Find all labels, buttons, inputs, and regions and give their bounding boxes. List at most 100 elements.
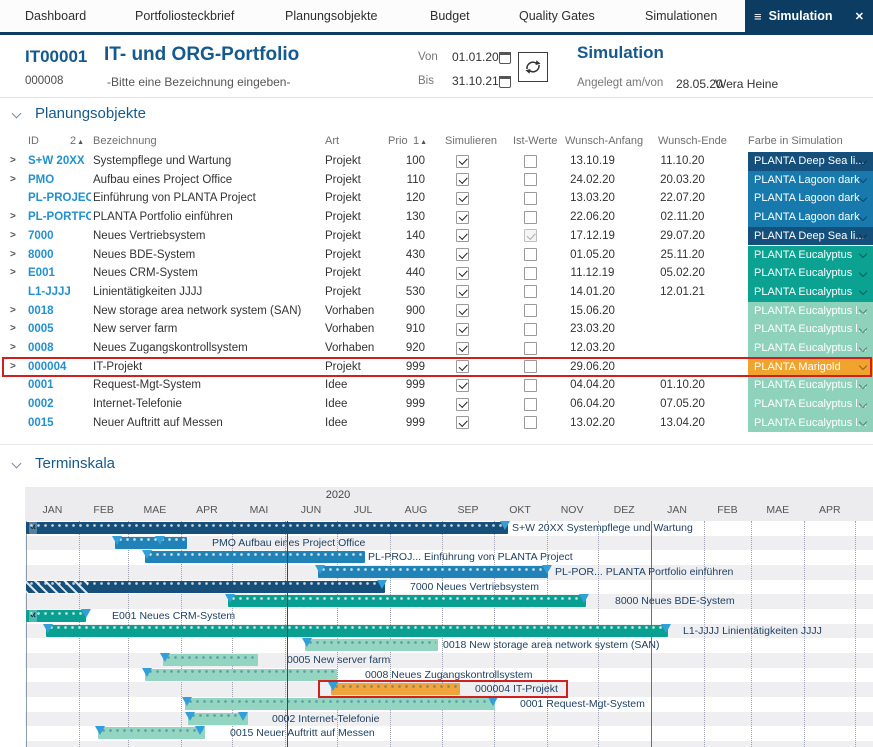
nav-item-quality-gates[interactable]: Quality Gates xyxy=(519,0,595,32)
gantt-bar[interactable] xyxy=(228,595,586,607)
expand-arrow-icon[interactable]: > xyxy=(10,227,24,246)
row-id-link[interactable]: 0018 xyxy=(28,302,91,321)
farbe-dropdown[interactable]: PLANTA Eucalyptus l... xyxy=(748,376,873,395)
col-header-id[interactable]: ID xyxy=(28,135,39,147)
table-row[interactable]: 0015Neuer Auftritt auf MessenIdee99913.0… xyxy=(0,414,873,433)
ist-werte-checkbox[interactable] xyxy=(524,416,537,429)
table-row[interactable]: L1-JJJJLinientätigkeiten JJJJProjekt5301… xyxy=(0,283,873,302)
gantt-bar[interactable]: « xyxy=(26,522,508,534)
simulieren-checkbox[interactable] xyxy=(456,342,469,355)
gantt-bar[interactable] xyxy=(46,625,668,637)
gantt-bar[interactable] xyxy=(98,727,205,739)
expand-arrow-icon[interactable]: > xyxy=(10,246,24,265)
farbe-dropdown[interactable]: PLANTA Eucalyptus xyxy=(748,264,873,283)
farbe-dropdown[interactable]: PLANTA Eucalyptus l... xyxy=(748,339,873,358)
row-id-link[interactable]: E001 xyxy=(28,264,91,283)
farbe-dropdown[interactable]: PLANTA Eucalyptus xyxy=(748,283,873,302)
table-row[interactable]: >S+W 20XXSystempflege und WartungProjekt… xyxy=(0,152,873,171)
refresh-button[interactable] xyxy=(518,52,548,82)
nav-item-dashboard[interactable]: Dashboard xyxy=(25,0,86,32)
simulieren-checkbox[interactable] xyxy=(456,323,469,336)
table-row[interactable]: >PL-PORTFO...PLANTA Portfolio einführenP… xyxy=(0,208,873,227)
row-id-link[interactable]: 8000 xyxy=(28,246,91,265)
table-row[interactable]: >PMOAufbau eines Project OfficeProjekt11… xyxy=(0,171,873,190)
simulieren-checkbox[interactable] xyxy=(456,285,469,298)
table-row[interactable]: >7000Neues VertriebsystemProjekt14017.12… xyxy=(0,227,873,246)
gantt-bar[interactable] xyxy=(305,639,438,651)
simulieren-checkbox[interactable] xyxy=(456,248,469,261)
row-id-link[interactable]: 7000 xyxy=(28,227,91,246)
table-row[interactable]: >0005New server farmVorhaben91023.03.20P… xyxy=(0,320,873,339)
expand-arrow-icon[interactable]: > xyxy=(10,264,24,283)
row-id-link[interactable]: PL-PROJECT xyxy=(28,189,91,208)
col-header-ist-werte[interactable]: Ist-Werte xyxy=(513,135,557,147)
row-id-link[interactable]: 0005 xyxy=(28,320,91,339)
table-row[interactable]: >0018New storage area network system (SA… xyxy=(0,302,873,321)
simulieren-checkbox[interactable] xyxy=(456,360,469,373)
ist-werte-checkbox[interactable] xyxy=(524,267,537,280)
simulieren-checkbox[interactable] xyxy=(456,304,469,317)
row-id-link[interactable]: PMO xyxy=(28,171,91,190)
farbe-dropdown[interactable]: PLANTA Eucalyptus xyxy=(748,246,873,265)
von-date-field[interactable]: 01.01.20 xyxy=(452,50,499,64)
expand-arrow-icon[interactable]: > xyxy=(10,152,24,171)
collapse-chevron-icon[interactable] xyxy=(12,459,22,469)
gantt-bar[interactable] xyxy=(145,669,337,681)
gantt-bar[interactable] xyxy=(26,581,385,593)
simulieren-checkbox[interactable] xyxy=(456,211,469,224)
col-header-simulieren[interactable]: Simulieren xyxy=(445,135,497,147)
farbe-dropdown[interactable]: PLANTA Deep Sea li... xyxy=(748,152,873,171)
ist-werte-checkbox[interactable] xyxy=(524,398,537,411)
row-id-link[interactable]: 0008 xyxy=(28,339,91,358)
row-id-link[interactable]: 0001 xyxy=(28,376,91,395)
gantt-bar[interactable]: « xyxy=(26,610,86,622)
farbe-dropdown[interactable]: PLANTA Marigold xyxy=(748,358,873,377)
row-id-link[interactable]: 0015 xyxy=(28,414,91,433)
row-id-link[interactable]: PL-PORTFO... xyxy=(28,208,91,227)
farbe-dropdown[interactable]: PLANTA Deep Sea li... xyxy=(748,227,873,246)
ist-werte-checkbox[interactable] xyxy=(524,323,537,336)
portfolio-subtitle[interactable]: -Bitte eine Bezeichnung eingeben- xyxy=(107,75,290,89)
ist-werte-checkbox[interactable] xyxy=(524,192,537,205)
expand-arrow-icon[interactable]: > xyxy=(10,358,24,377)
expand-arrow-icon[interactable]: > xyxy=(10,302,24,321)
simulieren-checkbox[interactable] xyxy=(456,267,469,280)
section-title-terminskala[interactable]: Terminskala xyxy=(35,455,115,472)
ist-werte-checkbox[interactable] xyxy=(524,360,537,373)
simulieren-checkbox[interactable] xyxy=(456,416,469,429)
nav-item-portfoliosteckbrief[interactable]: Portfoliosteckbrief xyxy=(135,0,234,32)
expand-arrow-icon[interactable]: > xyxy=(10,208,24,227)
simulieren-checkbox[interactable] xyxy=(456,229,469,242)
col-header-wunsch-anfang[interactable]: Wunsch-Anfang xyxy=(565,135,643,147)
section-title-planungsobjekte[interactable]: Planungsobjekte xyxy=(35,105,146,122)
row-id-link[interactable]: 000004 xyxy=(28,358,91,377)
col-sort-prio[interactable]: 1▲ xyxy=(413,135,427,147)
ist-werte-checkbox[interactable] xyxy=(524,304,537,317)
simulieren-checkbox[interactable] xyxy=(456,379,469,392)
table-row[interactable]: PL-PROJECTEinführung von PLANTA ProjectP… xyxy=(0,189,873,208)
gantt-bar[interactable] xyxy=(318,566,548,578)
table-row[interactable]: 0002Internet-TelefonieIdee99906.04.2007.… xyxy=(0,395,873,414)
bis-date-field[interactable]: 31.10.21 xyxy=(452,74,499,88)
calendar-icon[interactable] xyxy=(499,76,511,88)
ist-werte-checkbox[interactable] xyxy=(524,155,537,168)
expand-arrow-icon[interactable]: > xyxy=(10,171,24,190)
gantt-bar[interactable] xyxy=(185,698,495,710)
simulieren-checkbox[interactable] xyxy=(456,192,469,205)
farbe-dropdown[interactable]: PLANTA Eucalyptus l... xyxy=(748,302,873,321)
col-header-wunsch-ende[interactable]: Wunsch-Ende xyxy=(658,135,727,147)
col-sort-id[interactable]: 2▲ xyxy=(70,135,84,147)
gantt-bar[interactable] xyxy=(145,551,365,563)
gantt-bar[interactable] xyxy=(331,683,460,695)
row-id-link[interactable]: 0002 xyxy=(28,395,91,414)
row-id-link[interactable]: S+W 20XX xyxy=(28,152,91,171)
ist-werte-checkbox[interactable] xyxy=(524,229,537,242)
calendar-icon[interactable] xyxy=(499,52,511,64)
table-row[interactable]: >000004IT-ProjektProjekt99929.06.20PLANT… xyxy=(0,358,873,377)
gantt-bar[interactable] xyxy=(115,537,187,549)
expand-arrow-icon[interactable]: > xyxy=(10,320,24,339)
col-header-art[interactable]: Art xyxy=(325,135,339,147)
col-header-farbe[interactable]: Farbe in Simulation xyxy=(748,135,843,147)
col-header-prio[interactable]: Prio xyxy=(388,135,408,147)
ist-werte-checkbox[interactable] xyxy=(524,342,537,355)
